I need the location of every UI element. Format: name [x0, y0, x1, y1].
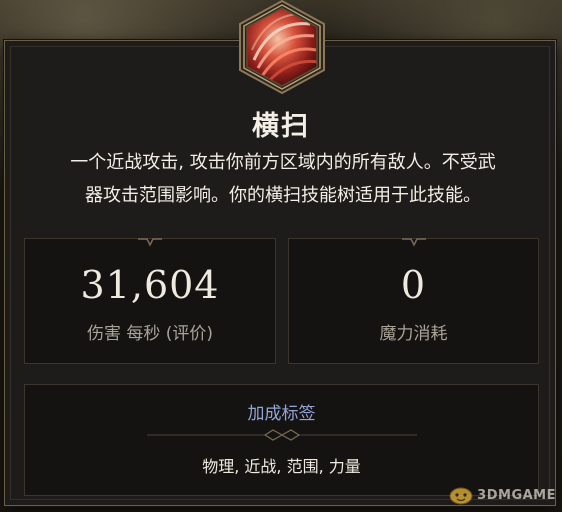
- skill-description-line-2: 器攻击范围影响。你的横扫技能树适用于此技能。: [85, 185, 481, 206]
- tags-box: 加成标签 物理, 近战, 范围, 力量: [24, 384, 539, 496]
- watermark: 3DMGAME: [448, 484, 556, 506]
- mana-cost-label: 魔力消耗: [379, 324, 448, 344]
- skill-name: 横扫: [252, 111, 310, 142]
- ornament-icon: [401, 238, 426, 247]
- damage-label: 伤害 每秒 (评价): [86, 324, 214, 344]
- skill-description: 一个近战攻击, 攻击你前方区域内的所有敌人。不受武 器攻击范围影响。你的横扫技能…: [28, 146, 538, 212]
- mana-stat-box: 0 魔力消耗: [288, 238, 539, 364]
- tags-title: 加成标签: [247, 404, 316, 424]
- skill-icon: [232, 0, 332, 100]
- mana-cost-value: 0: [400, 263, 427, 307]
- divider-ornament-icon: [147, 429, 417, 441]
- gamepad-icon: [449, 487, 473, 505]
- tags-value: 物理, 近战, 范围, 力量: [202, 457, 361, 476]
- ornament-icon: [138, 238, 162, 247]
- damage-stat-box: 31,604 伤害 每秒 (评价): [24, 238, 276, 364]
- skill-description-line-1: 一个近战攻击, 攻击你前方区域内的所有敌人。不受武: [70, 152, 496, 173]
- watermark-text: 3DMGAME: [477, 487, 556, 503]
- damage-value: 31,604: [80, 263, 220, 307]
